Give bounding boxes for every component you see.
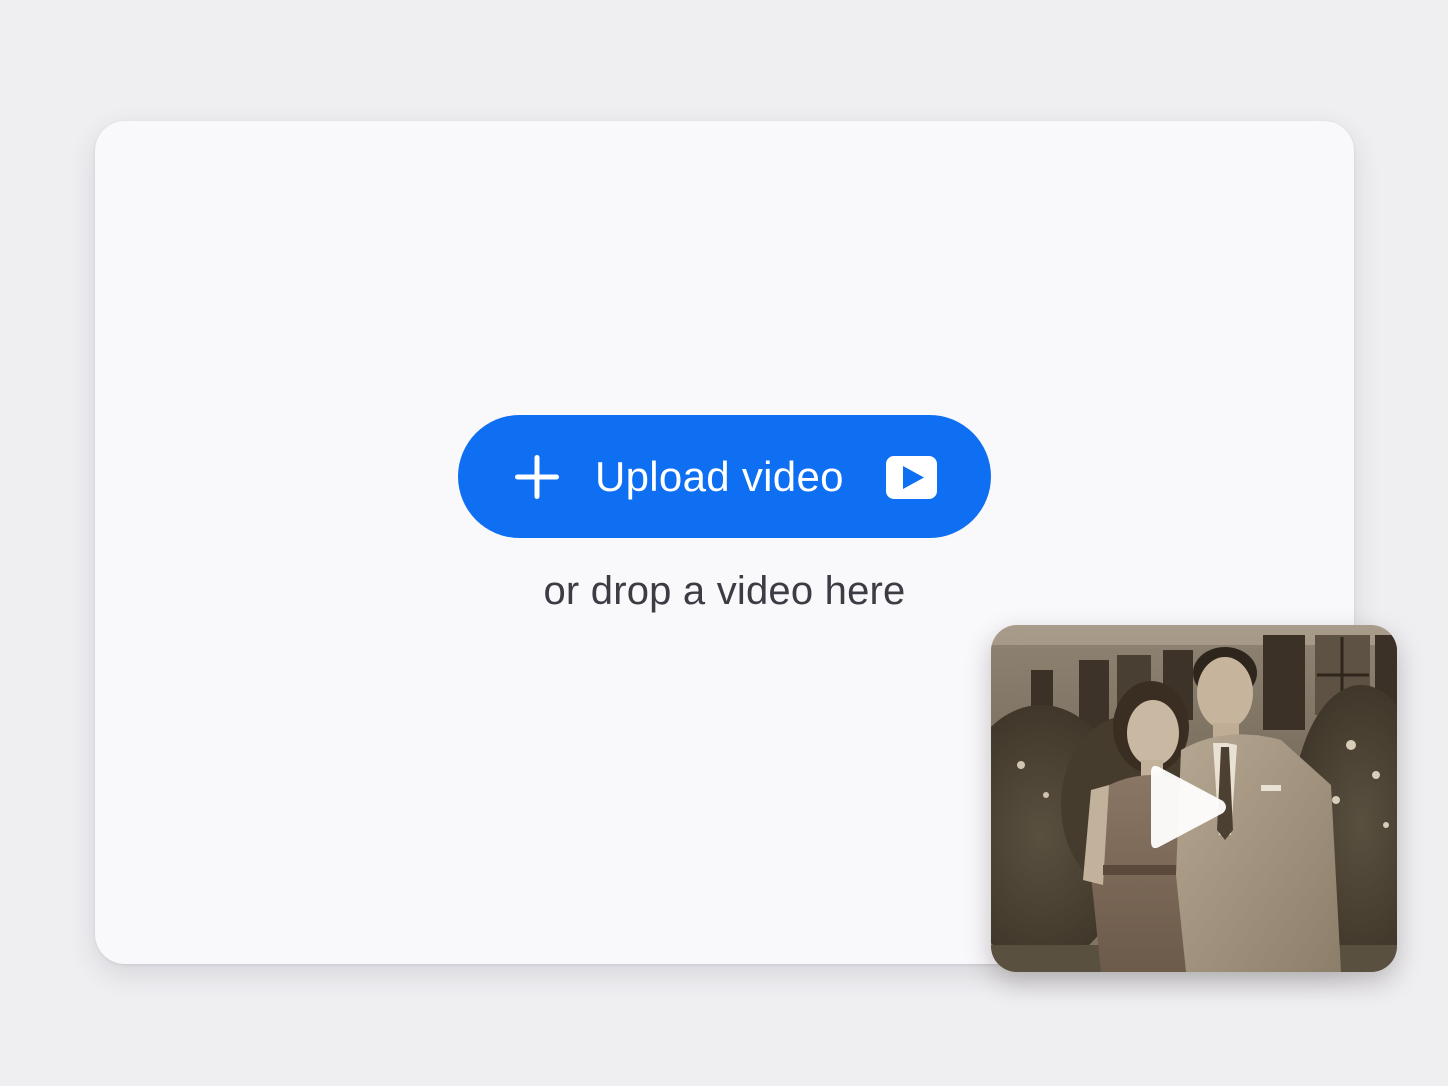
drop-hint-text: or drop a video here	[543, 569, 906, 613]
video-play-badge-icon	[886, 456, 937, 499]
upload-video-button[interactable]: Upload video	[458, 415, 991, 538]
upload-button-label: Upload video	[595, 453, 844, 500]
plus-icon	[515, 455, 559, 499]
play-icon[interactable]	[1149, 761, 1229, 853]
video-preview-thumbnail[interactable]	[991, 625, 1397, 972]
page-background: Upload video or drop a video here	[0, 0, 1448, 1086]
